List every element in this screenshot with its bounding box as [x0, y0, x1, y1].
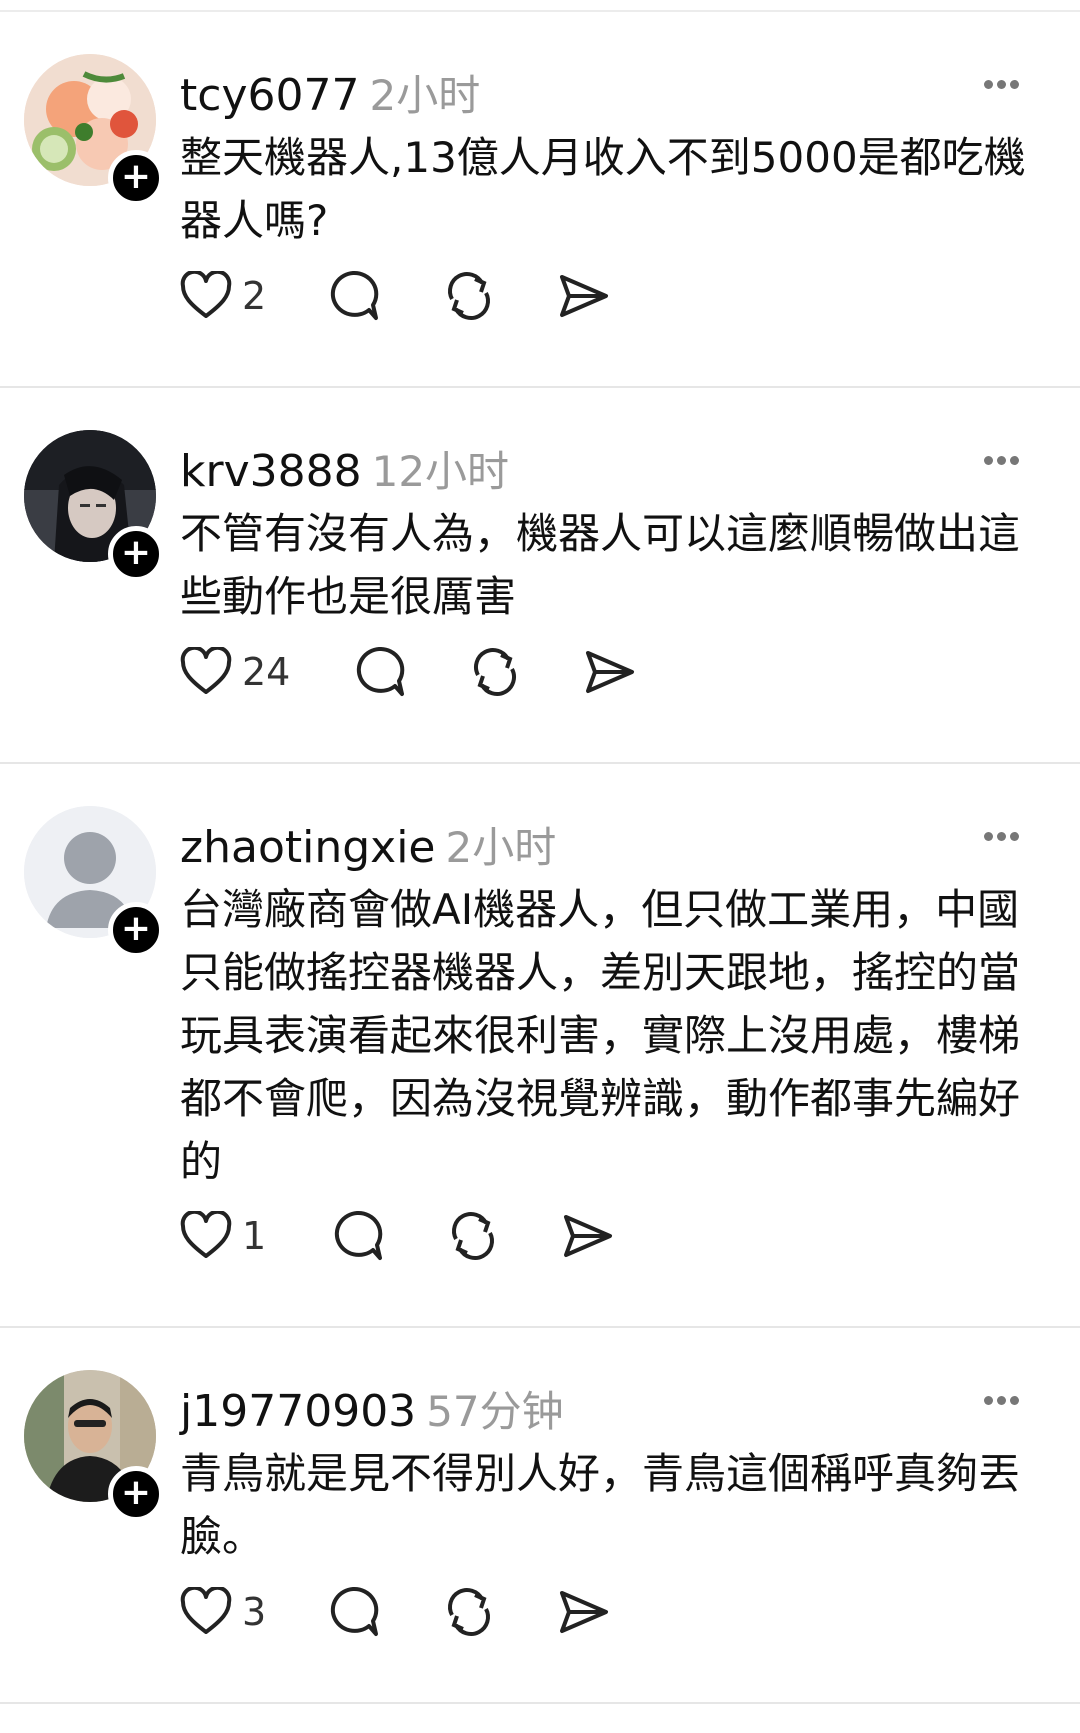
- follow-plus-icon[interactable]: +: [108, 526, 164, 582]
- post-text: 整天機器人,13億人月收入不到5000是都吃機器人嗎?: [180, 133, 1026, 245]
- comment-icon: [357, 646, 405, 696]
- post-text: 不管有沒有人為，機器人可以這麼順暢做出這些動作也是很厲害: [180, 509, 1021, 621]
- reply-button[interactable]: [326, 269, 380, 323]
- like-button[interactable]: 3: [180, 1587, 266, 1637]
- more-dots-icon[interactable]: [984, 74, 1028, 94]
- send-icon: [560, 275, 609, 317]
- reply-post: + krv3888 12小时 不管有沒有人為，機器人可以這麼順暢做出這些動作也是很…: [0, 388, 1080, 764]
- repost-icon: [448, 1588, 491, 1636]
- timestamp: 2小时: [369, 71, 481, 120]
- like-button[interactable]: 1: [180, 1211, 266, 1261]
- username[interactable]: krv3888: [180, 446, 362, 497]
- more-dots-icon[interactable]: [984, 826, 1028, 846]
- follow-plus-icon[interactable]: +: [108, 1466, 164, 1522]
- follow-plus-icon[interactable]: +: [108, 150, 164, 206]
- heart-icon: [180, 647, 232, 694]
- reply-post: + zhaotingxie 2小时 台灣廠商會做AI機器人，但只做工業用，中國只能…: [0, 764, 1080, 1328]
- share-button[interactable]: [560, 1209, 614, 1263]
- more-dots-icon[interactable]: [984, 1390, 1028, 1410]
- action-bar: 2: [180, 268, 610, 324]
- action-bar: 24: [180, 644, 636, 700]
- like-count: 24: [242, 650, 291, 694]
- like-button[interactable]: 24: [180, 647, 290, 697]
- share-button[interactable]: [582, 645, 636, 699]
- repost-button[interactable]: [442, 269, 496, 323]
- heart-icon: [180, 1587, 232, 1634]
- post-header: j19770903 57分钟: [180, 1378, 564, 1439]
- timestamp: 57分钟: [426, 1387, 564, 1436]
- repost-button[interactable]: [442, 1585, 496, 1639]
- send-icon: [560, 1591, 609, 1633]
- post-text: 青鳥就是見不得別人好，青鳥這個稱呼真夠丟臉。: [180, 1449, 1021, 1561]
- username[interactable]: tcy6077: [180, 70, 359, 121]
- heart-icon: [180, 1211, 232, 1258]
- like-count: 3: [242, 1590, 267, 1634]
- send-icon: [564, 1215, 613, 1257]
- comment-icon: [331, 270, 379, 320]
- comment-icon: [335, 1210, 383, 1260]
- like-count: 2: [242, 274, 267, 318]
- send-icon: [586, 651, 635, 693]
- comment-icon: [331, 1586, 379, 1636]
- post-header: tcy6077 2小时: [180, 62, 480, 123]
- repost-button[interactable]: [468, 645, 522, 699]
- share-button[interactable]: [556, 1585, 610, 1639]
- reply-post: + j19770903 57分钟 青鳥就是見不得別人好，青鳥這個稱呼真夠丟臉。 3: [0, 1328, 1080, 1704]
- reply-post: + tcy6077 2小时 整天機器人,13億人月收入不到5000是都吃機器人嗎?…: [0, 12, 1080, 388]
- share-button[interactable]: [556, 269, 610, 323]
- action-bar: 3: [180, 1584, 610, 1640]
- timestamp: 2小时: [445, 823, 557, 872]
- username[interactable]: j19770903: [180, 1386, 416, 1437]
- username[interactable]: zhaotingxie: [180, 822, 436, 873]
- post-text: 台灣廠商會做AI機器人，但只做工業用，中國只能做搖控器機器人，差別天跟地，搖控的…: [180, 885, 1021, 1186]
- follow-plus-icon[interactable]: +: [108, 902, 164, 958]
- repost-icon: [452, 1212, 495, 1260]
- repost-icon: [448, 272, 491, 320]
- post-header: zhaotingxie 2小时: [180, 814, 556, 875]
- like-count: 1: [242, 1214, 267, 1258]
- heart-icon: [180, 271, 232, 318]
- action-bar: 1: [180, 1208, 614, 1264]
- reply-button[interactable]: [326, 1585, 380, 1639]
- post-header: krv3888 12小时: [180, 438, 509, 499]
- reply-button[interactable]: [352, 645, 406, 699]
- repost-icon: [474, 648, 517, 696]
- repost-button[interactable]: [446, 1209, 500, 1263]
- timestamp: 12小时: [371, 447, 510, 496]
- reply-feed: + tcy6077 2小时 整天機器人,13億人月收入不到5000是都吃機器人嗎?…: [0, 12, 1080, 1704]
- reply-button[interactable]: [330, 1209, 384, 1263]
- more-dots-icon[interactable]: [984, 450, 1028, 470]
- like-button[interactable]: 2: [180, 271, 266, 321]
